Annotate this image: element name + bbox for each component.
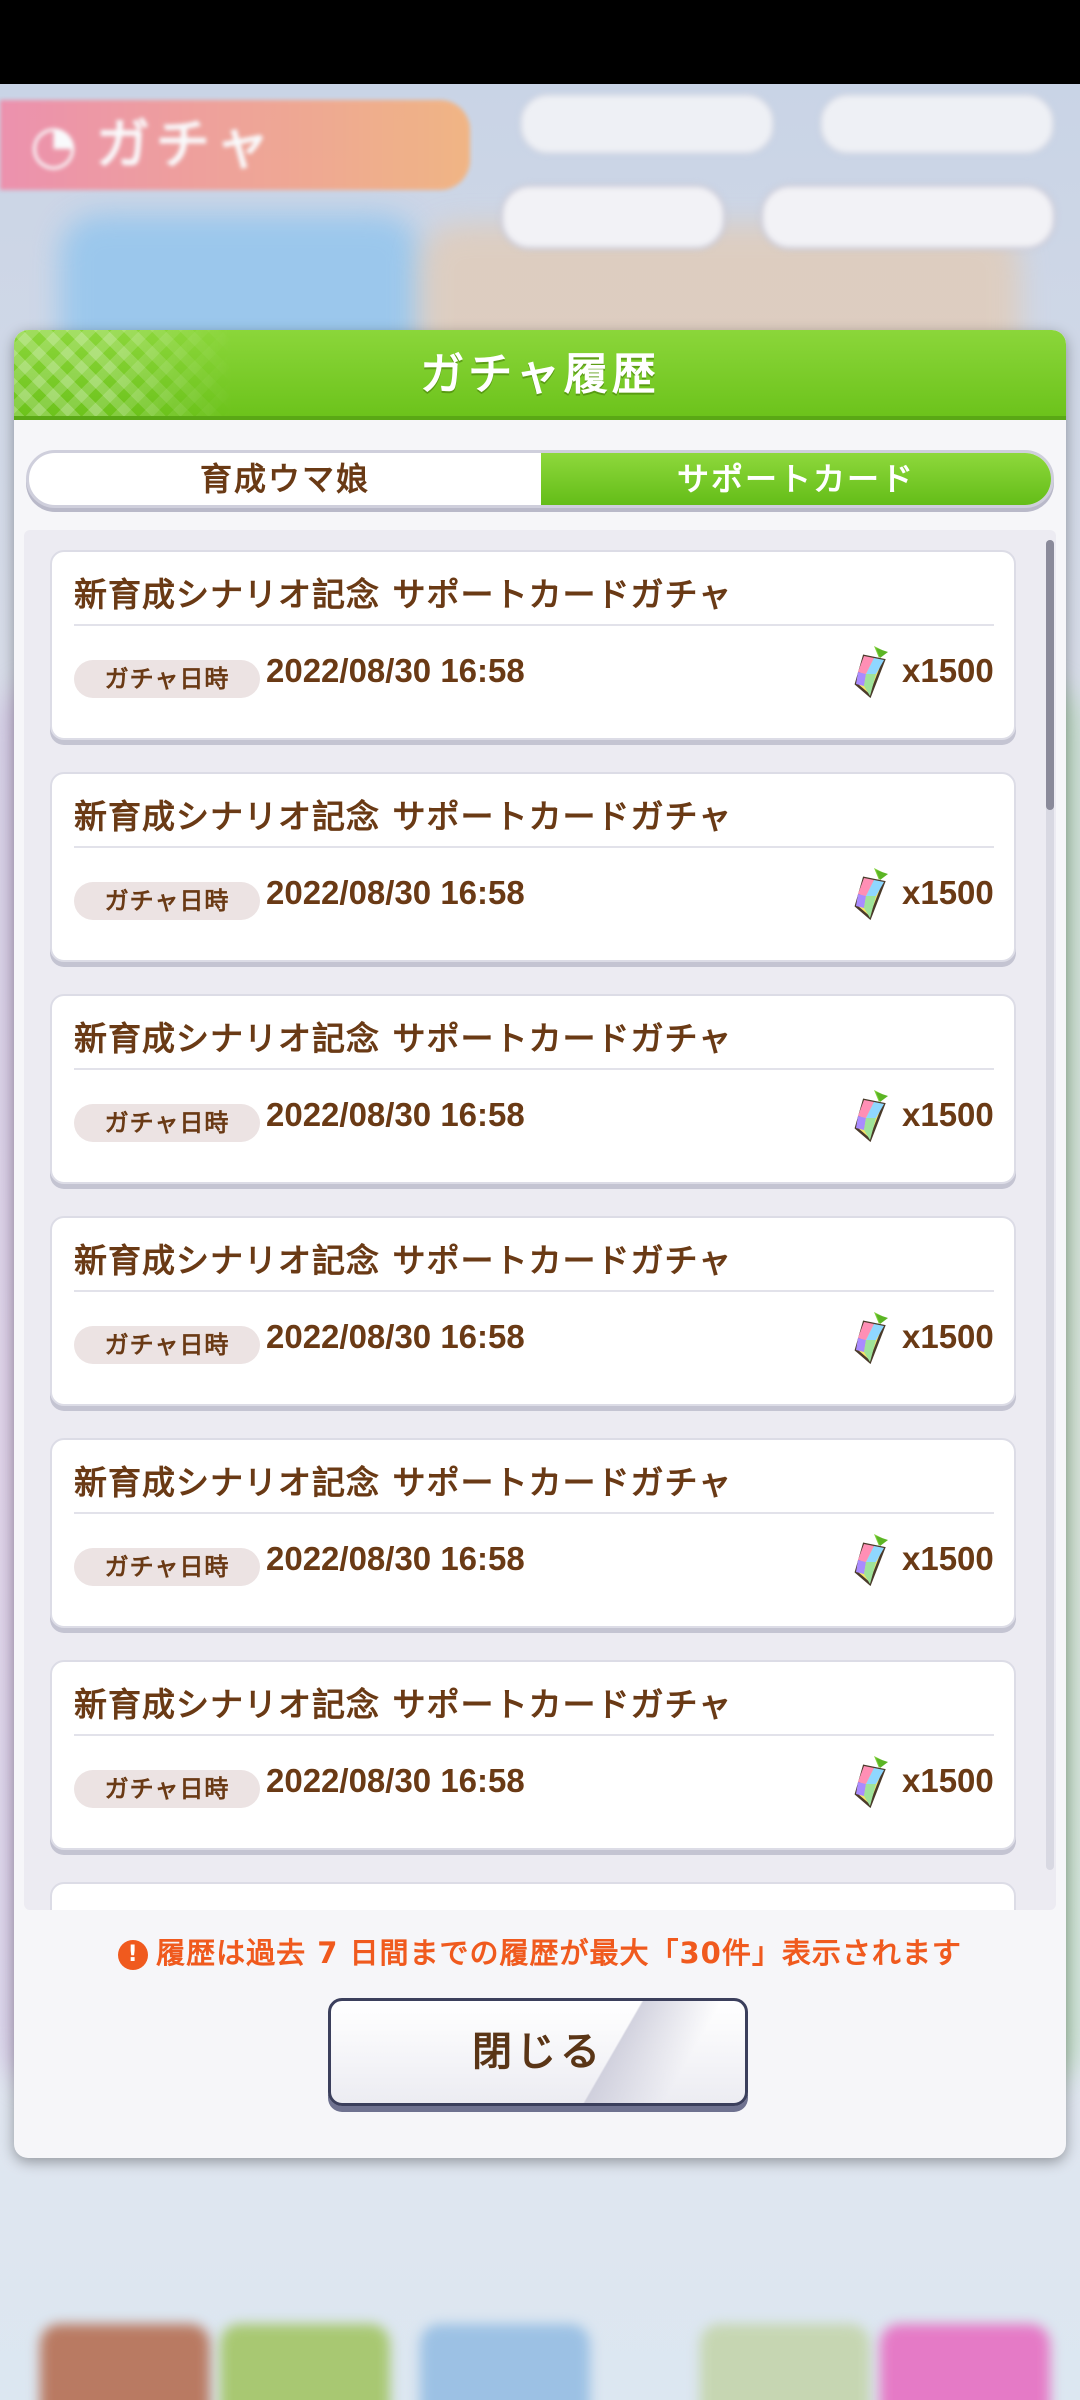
divider (74, 1068, 994, 1070)
history-item: 新育成シナリオ記念 サポートカードガチャ ガチャ日時 2022/08/30 16… (50, 1216, 1016, 1406)
carrot-jewel-icon (854, 1312, 888, 1364)
modal-header: ガチャ履歴 (14, 330, 1066, 420)
history-item-cost: x1500 (902, 1762, 994, 1799)
divider (74, 1734, 994, 1736)
carrot-jewel-icon (854, 1534, 888, 1586)
close-button[interactable]: 閉じる (328, 1998, 748, 2106)
background-resource-a (520, 94, 774, 154)
divider (74, 1290, 994, 1292)
history-item-datetime: 2022/08/30 16:58 (266, 1540, 525, 1577)
divider (74, 624, 994, 626)
background-button-a (500, 184, 726, 250)
divider (74, 846, 994, 848)
history-item-title: 新育成シナリオ記念 サポートカードガチャ (74, 1019, 733, 1058)
date-label-badge: ガチャ日時 (74, 1326, 260, 1364)
history-item-cost: x1500 (902, 1096, 994, 1133)
history-item-partial (50, 1882, 1016, 1910)
tab-training-uma[interactable]: 育成ウマ娘 (29, 453, 541, 505)
history-item-datetime: 2022/08/30 16:58 (266, 652, 525, 689)
carrot-jewel-icon (854, 868, 888, 920)
background-resource-b (820, 94, 1054, 154)
history-item-cost: x1500 (902, 1318, 994, 1355)
gacha-history-modal: ガチャ履歴 育成ウマ娘 サポートカード 新育成シナリオ記念 サポートカードガチャ… (14, 330, 1066, 2158)
background-screen-title: ◔ ガチャ (0, 100, 470, 190)
tab-bar: 育成ウマ娘 サポートカード (26, 450, 1054, 508)
date-label-badge: ガチャ日時 (74, 1770, 260, 1808)
history-item: 新育成シナリオ記念 サポートカードガチャ ガチャ日時 2022/08/30 16… (50, 772, 1016, 962)
history-item-datetime: 2022/08/30 16:58 (266, 1318, 525, 1355)
history-item-title: 新育成シナリオ記念 サポートカードガチャ (74, 797, 733, 836)
scrollbar-thumb[interactable] (1046, 540, 1054, 810)
history-notice: ! 履歴は過去 7 日間までの履歴が最大「30件」表示されます (14, 1930, 1066, 1972)
background-button-b (760, 184, 1056, 250)
history-item-datetime: 2022/08/30 16:58 (266, 874, 525, 911)
history-item: 新育成シナリオ記念 サポートカードガチャ ガチャ日時 2022/08/30 16… (50, 994, 1016, 1184)
history-item: 新育成シナリオ記念 サポートカードガチャ ガチャ日時 2022/08/30 16… (50, 1660, 1016, 1850)
carrot-jewel-icon (854, 1090, 888, 1142)
history-item-title: 新育成シナリオ記念 サポートカードガチャ (74, 575, 733, 614)
history-list[interactable]: 新育成シナリオ記念 サポートカードガチャ ガチャ日時 2022/08/30 16… (24, 530, 1056, 1910)
close-button-label: 閉じる (472, 2029, 604, 2075)
date-label-badge: ガチャ日時 (74, 1548, 260, 1586)
history-item-cost: x1500 (902, 1540, 994, 1577)
tab-support-card[interactable]: サポートカード (541, 453, 1051, 505)
history-item-title: 新育成シナリオ記念 サポートカードガチャ (74, 1241, 733, 1280)
history-item-cost: x1500 (902, 652, 994, 689)
history-notice-text: 履歴は過去 7 日間までの履歴が最大「30件」表示されます (156, 1936, 962, 1970)
history-item-title: 新育成シナリオ記念 サポートカードガチャ (74, 1463, 733, 1502)
alert-icon: ! (118, 1940, 149, 1970)
background-bottom-nav (0, 2314, 1080, 2400)
carrot-jewel-icon (854, 1756, 888, 1808)
date-label-badge: ガチャ日時 (74, 660, 260, 698)
history-item-title: 新育成シナリオ記念 サポートカードガチャ (74, 1685, 733, 1724)
history-item: 新育成シナリオ記念 サポートカードガチャ ガチャ日時 2022/08/30 16… (50, 1438, 1016, 1628)
date-label-badge: ガチャ日時 (74, 882, 260, 920)
history-item: 新育成シナリオ記念 サポートカードガチャ ガチャ日時 2022/08/30 16… (50, 550, 1016, 740)
carrot-jewel-icon (854, 646, 888, 698)
modal-title: ガチャ履歴 (420, 349, 660, 400)
history-item-cost: x1500 (902, 874, 994, 911)
history-item-datetime: 2022/08/30 16:58 (266, 1762, 525, 1799)
history-item-datetime: 2022/08/30 16:58 (266, 1096, 525, 1133)
date-label-badge: ガチャ日時 (74, 1104, 260, 1142)
divider (74, 1512, 994, 1514)
